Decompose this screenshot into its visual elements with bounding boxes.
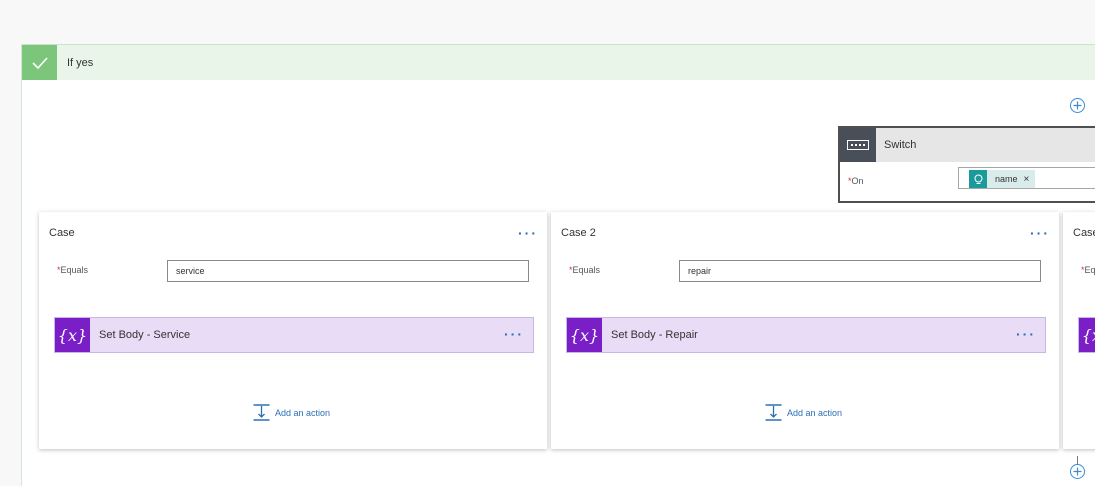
- equals-input[interactable]: service: [167, 260, 529, 282]
- case-menu-button[interactable]: ···: [1030, 225, 1050, 241]
- dynamic-content-icon: [969, 170, 987, 188]
- action-partial[interactable]: {x}: [1078, 317, 1095, 353]
- switch-title: Switch: [884, 139, 917, 151]
- token-remove-icon[interactable]: ×: [1024, 174, 1030, 185]
- action-title: Set Body - Repair: [611, 329, 698, 341]
- case-card-2[interactable]: Case 2 ··· *Equals repair {x} Set Body -…: [551, 212, 1059, 449]
- case-title: Case: [1073, 227, 1095, 239]
- name-token[interactable]: name ×: [969, 170, 1036, 188]
- switch-header[interactable]: Switch: [840, 128, 1095, 162]
- add-action-icon: [765, 404, 782, 421]
- checkmark-icon: [22, 45, 57, 80]
- equals-input[interactable]: repair: [679, 260, 1041, 282]
- switch-body: *On name ×: [840, 162, 1095, 201]
- variable-icon: {x}: [55, 318, 90, 352]
- if-yes-label: If yes: [67, 56, 94, 69]
- equals-label: *Eq: [1081, 265, 1095, 275]
- insert-step-plus-icon[interactable]: [1070, 98, 1085, 113]
- action-set-body-repair[interactable]: {x} Set Body - Repair ···: [566, 317, 1046, 353]
- equals-label: *Equals: [57, 265, 89, 275]
- action-menu-button[interactable]: ···: [1016, 326, 1036, 342]
- equals-label: *Equals: [569, 265, 601, 275]
- variable-icon: {x}: [1079, 318, 1095, 352]
- action-menu-button[interactable]: ···: [504, 326, 524, 342]
- add-an-action-button[interactable]: Add an action: [765, 404, 842, 421]
- on-input[interactable]: name ×: [958, 167, 1095, 189]
- case-card-1[interactable]: Case ··· *Equals service {x} Set Body - …: [39, 212, 547, 449]
- add-action-label: Add an action: [787, 407, 843, 418]
- action-set-body-service[interactable]: {x} Set Body - Service ···: [54, 317, 534, 353]
- case-menu-button[interactable]: ···: [518, 225, 538, 241]
- case-title: Case: [49, 227, 75, 239]
- variable-icon: {x}: [567, 318, 602, 352]
- case-card-3[interactable]: Case *Eq {x}: [1063, 212, 1095, 449]
- on-label: *On: [848, 176, 864, 186]
- add-action-label: Add an action: [275, 407, 331, 418]
- if-yes-header[interactable]: If yes: [22, 45, 1095, 80]
- token-text: name: [995, 174, 1018, 184]
- add-action-icon: [253, 404, 270, 421]
- switch-icon: [840, 128, 876, 162]
- insert-step-plus-icon[interactable]: [1070, 464, 1085, 479]
- case-title: Case 2: [561, 227, 596, 239]
- add-an-action-button[interactable]: Add an action: [253, 404, 330, 421]
- switch-card[interactable]: Switch *On name ×: [838, 126, 1095, 203]
- action-title: Set Body - Service: [99, 329, 191, 341]
